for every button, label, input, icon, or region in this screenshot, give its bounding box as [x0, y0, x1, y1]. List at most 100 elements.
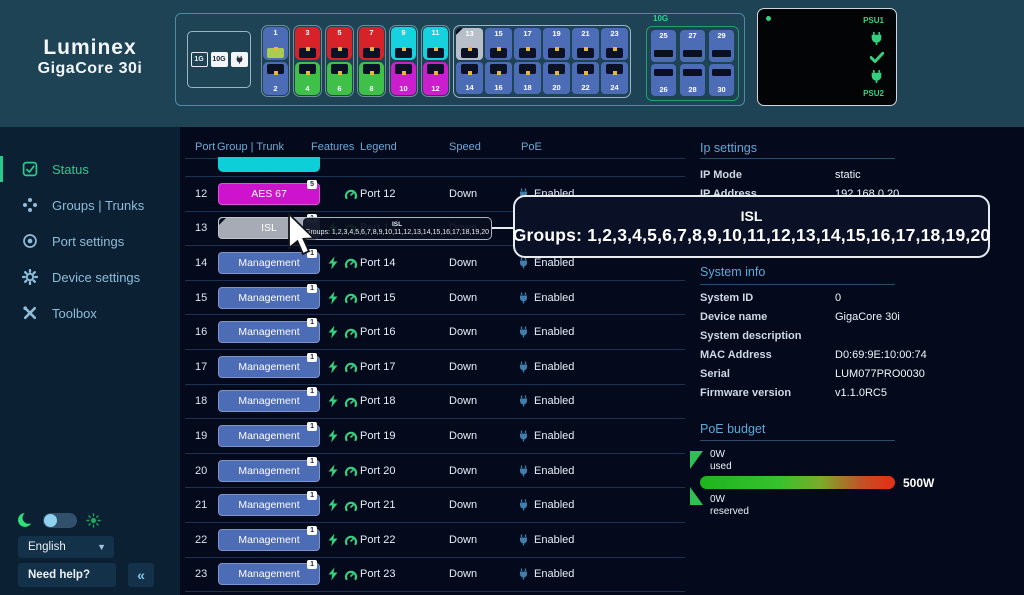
- table-row[interactable]: 21 Management 1 Port 21 Down: [185, 488, 685, 523]
- poe-status: Enabled: [518, 395, 574, 407]
- group-chip[interactable]: Management 1: [218, 321, 320, 343]
- group-chip[interactable]: Management 1: [218, 494, 320, 516]
- group-chip[interactable]: Management 1: [218, 425, 320, 447]
- info-value: LUM077PRO0030: [835, 368, 925, 380]
- port-settings-icon: [22, 233, 38, 249]
- switch-port[interactable]: 17: [514, 28, 541, 60]
- group-chip[interactable]: Management 1: [218, 356, 320, 378]
- group-chip[interactable]: Management 1: [218, 563, 320, 585]
- port-pair: 27 28: [680, 30, 705, 97]
- switch-port[interactable]: 6: [327, 62, 352, 95]
- col-header-speed: Speed: [449, 141, 481, 153]
- status-icon: [22, 161, 38, 177]
- partial-row-11-chip[interactable]: [218, 157, 320, 172]
- group-chip[interactable]: Management 1: [218, 460, 320, 482]
- group-count-badge: 5: [307, 180, 317, 189]
- port-speed: Down: [449, 188, 477, 200]
- switch-port[interactable]: 13: [456, 28, 483, 60]
- tooltip-title: ISL: [392, 221, 402, 228]
- feature-icons: [328, 256, 358, 269]
- switch-port[interactable]: 7: [359, 27, 384, 60]
- bandwidth-gauge-icon: [344, 465, 358, 477]
- poe-status: Enabled: [518, 326, 574, 338]
- switch-port[interactable]: 4: [295, 62, 320, 95]
- switch-port[interactable]: 14: [456, 62, 483, 94]
- language-select[interactable]: English ▼: [18, 536, 114, 558]
- group-count-badge: 1: [307, 526, 317, 535]
- need-help-button[interactable]: Need help?: [18, 563, 116, 587]
- switch-port[interactable]: 18: [514, 62, 541, 94]
- sidebar-item-toolbox[interactable]: Toolbox: [0, 295, 180, 331]
- rlinkx-bolt-icon: [328, 256, 338, 269]
- sidebar-item-device-settings[interactable]: Device settings: [0, 259, 180, 295]
- chevron-down-icon: ▼: [97, 542, 106, 552]
- table-row[interactable]: 22 Management 1 Port 22 Down: [185, 523, 685, 558]
- group-chip[interactable]: Management 1: [218, 390, 320, 412]
- theme-toggle-row: [16, 511, 101, 529]
- feature-icons: [328, 533, 358, 546]
- switch-port[interactable]: 20: [543, 62, 570, 94]
- switch-port[interactable]: 16: [485, 62, 512, 94]
- poe-budget-bar: [700, 476, 895, 489]
- table-row[interactable]: 19 Management 1 Port 19 Down: [185, 419, 685, 454]
- table-row[interactable]: 20 Management 1 Port 20 Down: [185, 454, 685, 489]
- port-pair: 13 14: [456, 28, 483, 95]
- rlinkx-bolt-icon: [328, 464, 338, 477]
- rlinkx-bolt-icon: [328, 395, 338, 408]
- table-row[interactable]: 18 Management 1 Port 18 Down: [185, 385, 685, 420]
- poe-status-text: Enabled: [534, 499, 574, 511]
- sfp-slot-icon: [683, 69, 702, 76]
- group-count-badge: 1: [307, 560, 317, 569]
- collapse-sidebar-button[interactable]: «: [128, 563, 154, 587]
- info-value: static: [835, 169, 861, 181]
- switch-port[interactable]: 15: [485, 28, 512, 60]
- group-chip[interactable]: AES 67 5: [218, 183, 320, 205]
- info-value: 0: [835, 292, 841, 304]
- switch-port[interactable]: 5: [327, 27, 352, 60]
- group-name: Management: [238, 361, 299, 373]
- sidebar-item-groups-trunks[interactable]: Groups | Trunks: [0, 187, 180, 223]
- switch-port[interactable]: 21: [572, 28, 599, 60]
- info-label: IP Mode: [700, 169, 742, 181]
- port-legend-text: Port 12: [360, 188, 395, 200]
- sidebar-item-port-settings[interactable]: Port settings: [0, 223, 180, 259]
- rlinkx-bolt-icon: [328, 326, 338, 339]
- switch-port[interactable]: 12: [423, 62, 448, 95]
- table-row[interactable]: 23 Management 1 Port 23 Down: [185, 558, 685, 593]
- switch-port[interactable]: 3: [295, 27, 320, 60]
- group-name: Management: [238, 465, 299, 477]
- table-row[interactable]: 16 Management 1 Port 16 Down: [185, 315, 685, 350]
- switch-port[interactable]: 2: [263, 62, 288, 95]
- switch-port[interactable]: 24: [601, 62, 628, 94]
- group-chip[interactable]: Management 1: [218, 287, 320, 309]
- switch-port-sfp[interactable]: 27: [680, 30, 705, 62]
- switch-port[interactable]: 8: [359, 62, 384, 95]
- switch-port[interactable]: 23: [601, 28, 628, 60]
- switch-port-sfp[interactable]: 26: [651, 64, 676, 96]
- port-legend-text: Port 14: [360, 257, 395, 269]
- sidebar-item-status[interactable]: Status: [0, 151, 180, 187]
- switch-port-sfp[interactable]: 28: [680, 64, 705, 96]
- table-row[interactable]: 15 Management 1 Port 15 Down: [185, 281, 685, 316]
- toolbox-icon: [22, 305, 38, 321]
- switch-port[interactable]: 9: [391, 27, 416, 60]
- psu-status-panel: PSU1 PSU2: [757, 8, 897, 106]
- group-name: Management: [238, 568, 299, 580]
- switch-port-sfp[interactable]: 25: [651, 30, 676, 62]
- rlinkx-bolt-icon: [328, 499, 338, 512]
- theme-toggle-switch[interactable]: [43, 513, 77, 528]
- switch-port-sfp[interactable]: 30: [709, 64, 734, 96]
- switch-port-sfp[interactable]: 29: [709, 30, 734, 62]
- switch-port[interactable]: 22: [572, 62, 599, 94]
- port-number: 4: [305, 85, 309, 93]
- switch-port[interactable]: 19: [543, 28, 570, 60]
- switch-port[interactable]: 11: [423, 27, 448, 60]
- port-number: 15: [494, 30, 502, 38]
- table-row[interactable]: 17 Management 1 Port 17 Down: [185, 350, 685, 385]
- gear-icon: [22, 269, 38, 285]
- switch-port[interactable]: 1: [263, 27, 288, 60]
- group-name: ISL: [261, 222, 277, 234]
- switch-port[interactable]: 10: [391, 62, 416, 95]
- group-count-badge: 1: [307, 284, 317, 293]
- group-chip[interactable]: Management 1: [218, 529, 320, 551]
